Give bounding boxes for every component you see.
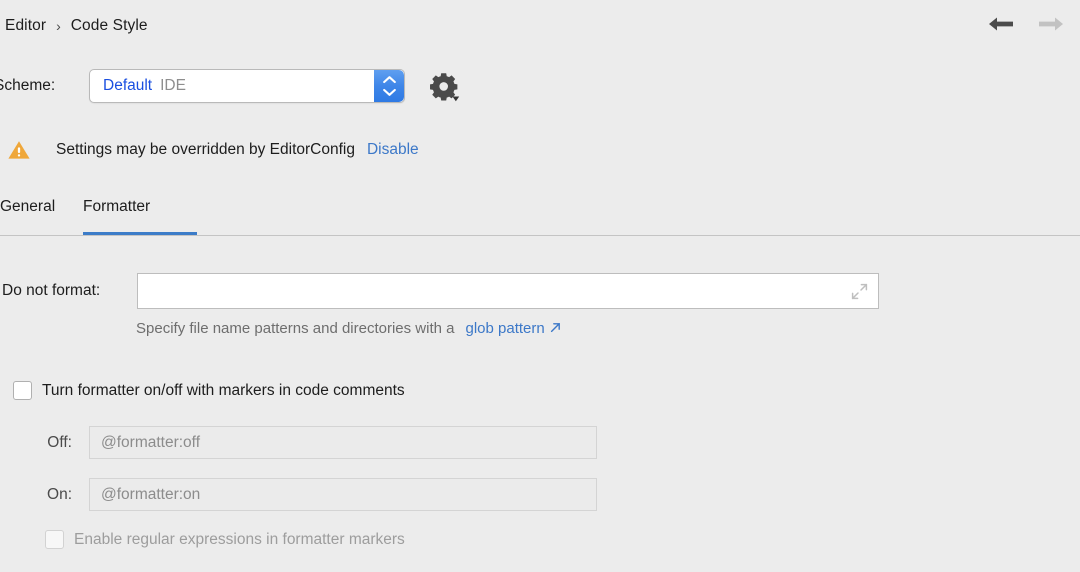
editorconfig-warning-row: Settings may be overridden by EditorConf… [0,132,1080,168]
header-bar: Editor › Code Style [0,0,1080,52]
scheme-value: Default [103,77,153,94]
warning-message: Settings may be overridden by EditorConf… [56,141,355,158]
arrow-right-icon [1036,12,1066,36]
formatter-off-row: Off: @formatter:off [0,426,597,459]
disable-editorconfig-link[interactable]: Disable [367,141,419,159]
glob-pattern-hint: Specify file name patterns and directori… [136,320,561,337]
expand-diagonal-icon[interactable] [849,281,869,301]
regex-checkbox-label: Enable regular expressions in formatter … [74,530,405,548]
tab-formatter[interactable]: Formatter [83,190,150,236]
formatter-on-row: On: @formatter:on [0,478,597,511]
glob-pattern-hint-text: Specify file name patterns and directori… [136,320,455,337]
formatter-off-field[interactable]: @formatter:off [89,426,597,459]
regex-checkbox[interactable] [45,530,64,549]
updown-stepper-icon[interactable] [374,70,404,102]
formatter-on-placeholder: @formatter:on [101,485,201,503]
do-not-format-field[interactable] [137,273,879,309]
scheme-row: Scheme: Default IDE [0,66,1080,106]
regex-checkbox-row[interactable]: Enable regular expressions in formatter … [45,530,405,549]
scheme-label: Scheme: [0,77,56,94]
navigation-arrows [986,12,1066,36]
markers-checkbox[interactable] [13,381,32,400]
do-not-format-row: Do not format: [0,273,879,309]
scheme-suffix: IDE [160,77,186,94]
gear-icon[interactable] [428,69,462,103]
do-not-format-label: Do not format: [2,282,101,299]
scheme-combobox-text: Default IDE [90,77,186,95]
markers-checkbox-row[interactable]: Turn formatter on/off with markers in co… [13,381,405,400]
arrow-left-icon[interactable] [986,12,1016,36]
formatter-on-label: On: [47,485,72,503]
formatter-on-field[interactable]: @formatter:on [89,478,597,511]
breadcrumb-item-editor[interactable]: Editor [5,17,46,35]
external-link-arrow-icon [550,320,561,337]
breadcrumb-separator-icon: › [56,18,61,34]
markers-checkbox-label: Turn formatter on/off with markers in co… [42,381,405,399]
formatter-off-placeholder: @formatter:off [101,433,201,451]
glob-pattern-link-label: glob pattern [465,320,545,337]
formatter-off-label: Off: [47,433,72,451]
tab-general[interactable]: General [0,190,55,236]
warning-triangle-icon [7,139,31,161]
glob-pattern-link[interactable]: glob pattern [466,320,561,337]
breadcrumb: Editor › Code Style [0,17,148,35]
formatter-settings-panel: Do not format: Specify file name pattern… [0,236,1080,572]
scheme-combobox[interactable]: Default IDE [89,69,405,103]
tab-bar: General Formatter [0,190,1080,236]
breadcrumb-item-code-style[interactable]: Code Style [71,17,148,35]
